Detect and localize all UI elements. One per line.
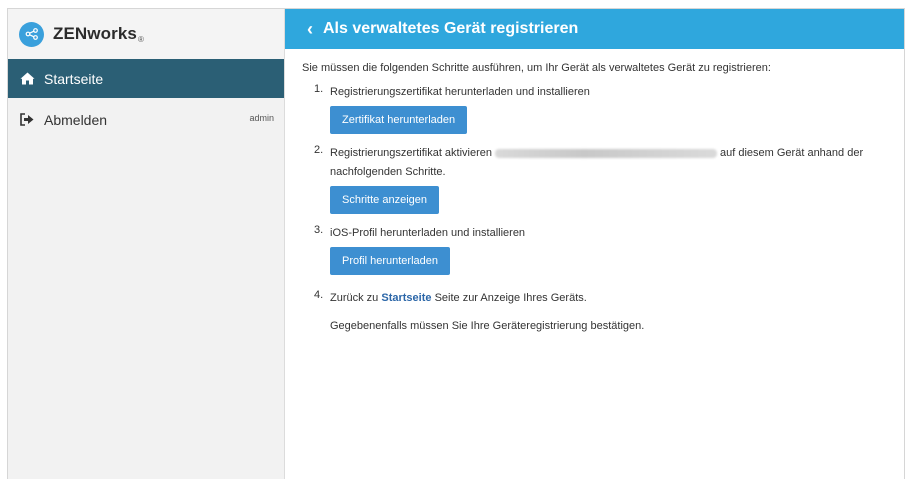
brand: ZENworks® (8, 9, 284, 59)
sidebar-item-startseite[interactable]: Startseite (8, 59, 284, 98)
home-icon (19, 71, 35, 87)
content: Sie müssen die folgenden Schritte ausfüh… (285, 49, 904, 332)
registered-mark: ® (137, 35, 144, 44)
sidebar-item-label: Abmelden (44, 111, 108, 128)
download-profile-button[interactable]: Profil herunterladen (330, 247, 451, 275)
step-text: Registrierungszertifikat herunterladen u… (330, 86, 590, 98)
confirmation-note: Gegebenenfalls müssen Sie Ihre Gerätereg… (330, 320, 645, 332)
step-number: 4. (314, 289, 324, 301)
sidebar: ZENworks® Startseite Abmelden admin (8, 9, 285, 479)
brand-name: ZENworks® (53, 24, 144, 44)
step-2: 2. Registrierungszertifikat aktivieren au… (314, 144, 904, 224)
show-steps-button[interactable]: Schritte anzeigen (330, 186, 439, 214)
zenworks-logo-icon (19, 21, 44, 47)
intro-text: Sie müssen die folgenden Schritte ausfüh… (302, 62, 771, 74)
startseite-link[interactable]: Startseite (381, 292, 431, 304)
step-number: 2. (314, 144, 324, 156)
step-number: 3. (314, 224, 324, 236)
step-text: Registrierungszertifikat aktivieren auf d… (330, 147, 864, 178)
download-certificate-button[interactable]: Zertifikat herunterladen (330, 106, 468, 134)
redacted-text (495, 148, 718, 158)
page-title: Als verwaltetes Gerät registrieren (323, 20, 579, 37)
app-frame: ZENworks® Startseite Abmelden admin ‹ Al… (7, 8, 905, 479)
step-4: 4. Zurück zu Startseite Seite zur Anzeig… (314, 289, 904, 308)
step-1: 1. Registrierungszertifikat herunterlade… (314, 83, 904, 144)
step-text: iOS-Profil herunterladen und installiere… (330, 227, 526, 239)
page-header: ‹ Als verwaltetes Gerät registrieren (285, 9, 904, 49)
step-text: Zurück zu Startseite Seite zur Anzeige I… (330, 292, 587, 304)
step-number: 1. (314, 83, 324, 95)
back-chevron-icon[interactable]: ‹ (307, 20, 313, 38)
current-user: admin (249, 113, 274, 123)
sidebar-item-abmelden[interactable]: Abmelden admin (8, 100, 284, 139)
logout-icon (19, 112, 35, 128)
sidebar-item-label: Startseite (44, 70, 104, 87)
main-panel: ‹ Als verwaltetes Gerät registrieren Sie… (285, 9, 904, 479)
step-3: 3. iOS-Profil herunterladen und installi… (314, 224, 904, 285)
